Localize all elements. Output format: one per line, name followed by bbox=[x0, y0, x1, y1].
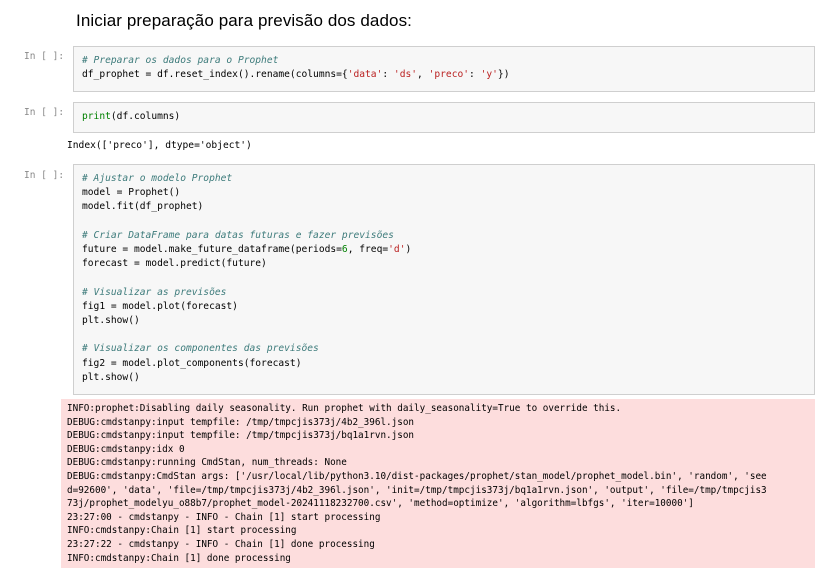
code-token: print bbox=[82, 111, 111, 122]
code-token: model = Prophet() bbox=[82, 187, 181, 199]
code-cell-1[interactable]: # Preparar os dados para o Prophet df_pr… bbox=[73, 46, 815, 92]
code-token: 'preco' bbox=[428, 69, 470, 81]
code-cell-1-source[interactable]: # Preparar os dados para o Prophet df_pr… bbox=[74, 47, 814, 82]
cell-1-prompt: In [ ]: bbox=[24, 51, 65, 62]
cell-2-prompt: In [ ]: bbox=[24, 107, 65, 118]
cell-3-prompt: In [ ]: bbox=[24, 170, 65, 181]
code-token: forecast = model.predict(future) bbox=[82, 258, 267, 270]
cell-3-stderr-output: INFO:prophet:Disabling daily seasonality… bbox=[61, 399, 815, 568]
notebook-heading: Iniciar preparação para previsão dos dad… bbox=[76, 11, 412, 30]
code-token: model.fit(df_prophet) bbox=[82, 201, 204, 213]
code-token: 'data' bbox=[347, 69, 383, 81]
code-cell-3-source[interactable]: # Ajustar o modelo Prophet model = Proph… bbox=[74, 165, 814, 385]
stderr-text: INFO:prophet:Disabling daily seasonality… bbox=[67, 403, 767, 564]
code-token: , bbox=[417, 69, 429, 81]
code-token: : bbox=[469, 69, 481, 81]
code-token: fig1 = model.plot(forecast) bbox=[82, 300, 238, 312]
code-token: 'd' bbox=[388, 244, 406, 256]
code-token: }) bbox=[497, 69, 510, 81]
code-token: # Visualizar as previsões bbox=[82, 286, 227, 298]
code-token: 'y' bbox=[480, 69, 498, 81]
code-token: # Criar DataFrame para datas futuras e f… bbox=[82, 229, 394, 241]
code-token: (df.columns) bbox=[110, 111, 181, 122]
code-token: # Preparar os dados para o Prophet bbox=[82, 55, 279, 66]
code-token: ) bbox=[405, 244, 412, 256]
code-token: future = model.make_future_dataframe(per… bbox=[82, 244, 342, 256]
cell-2-output: Index(['preco'], dtype='object') bbox=[67, 140, 252, 151]
code-token: 'ds' bbox=[393, 69, 418, 81]
code-token: plt.show() bbox=[82, 315, 140, 327]
code-token: # Visualizar os componentes das previsõe… bbox=[82, 343, 319, 355]
code-token: , freq= bbox=[347, 244, 389, 256]
code-token: df_prophet = df.reset_index().rename(col… bbox=[82, 69, 348, 81]
code-token: # Ajustar o modelo Prophet bbox=[82, 173, 233, 184]
code-token: fig2 = model.plot_components(forecast) bbox=[82, 357, 302, 369]
code-cell-2[interactable]: print(df.columns) bbox=[73, 102, 815, 133]
code-token: plt.show() bbox=[82, 371, 140, 383]
code-cell-3[interactable]: # Ajustar o modelo Prophet model = Proph… bbox=[73, 164, 815, 395]
code-cell-2-source[interactable]: print(df.columns) bbox=[74, 103, 814, 124]
code-token: : bbox=[382, 69, 394, 81]
